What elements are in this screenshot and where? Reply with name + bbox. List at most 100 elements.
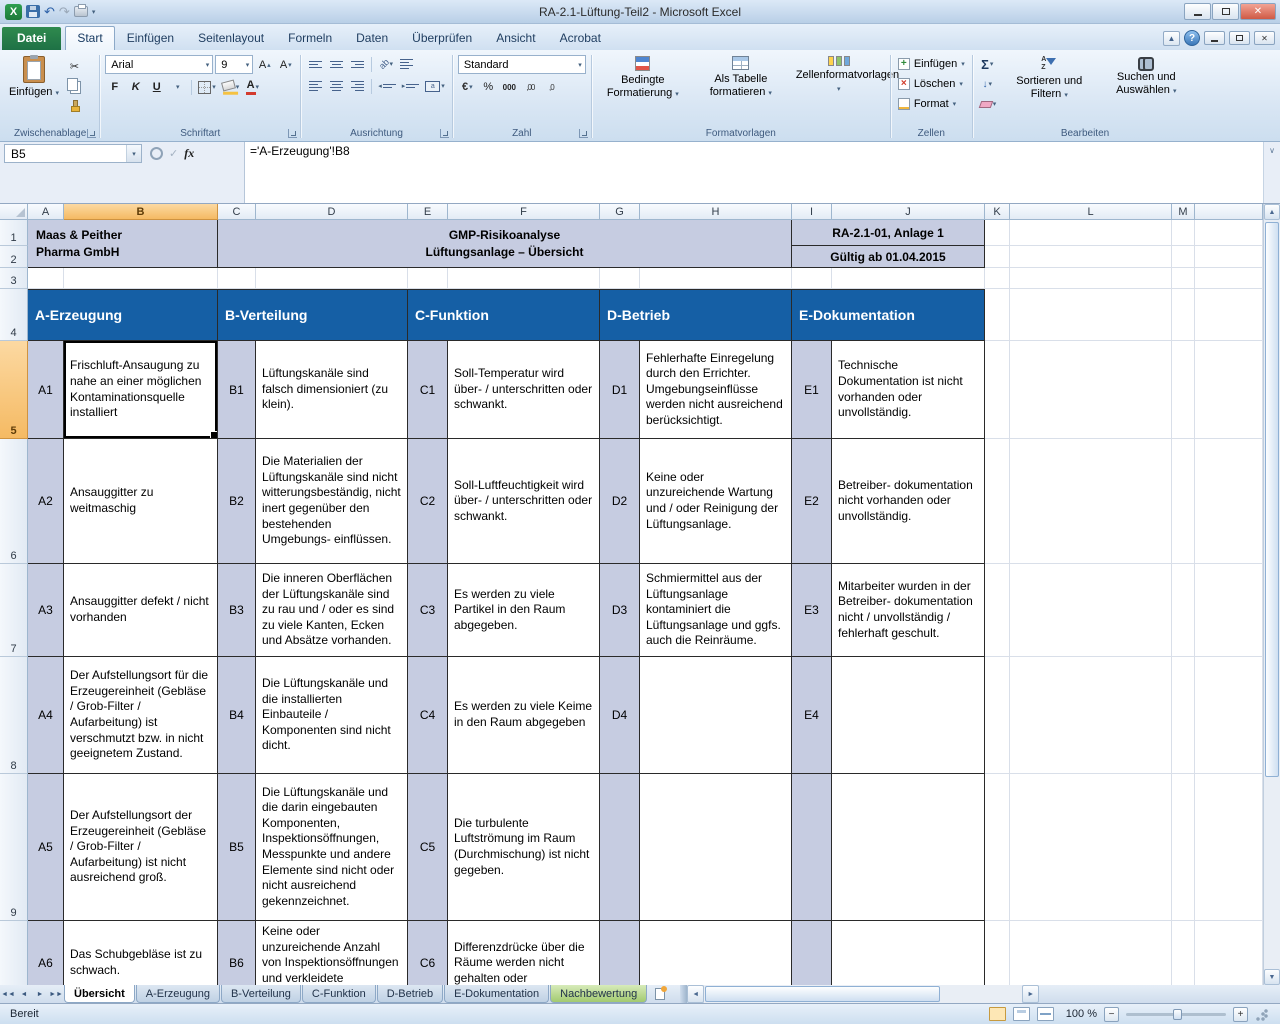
last-sheet-icon[interactable]: ►► [48,985,64,1003]
increase-indent-button[interactable]: ▸ [400,77,422,95]
bold-button[interactable]: F [105,78,124,96]
name-box-dropdown-icon[interactable]: ▾ [126,145,141,162]
cell-J10[interactable] [832,921,985,985]
cell-K4[interactable] [985,289,1010,341]
cell-E3[interactable] [408,268,448,289]
align-center-button[interactable] [327,77,346,95]
cell-A6[interactable]: A2 [28,439,64,564]
excel-logo-icon[interactable]: X [5,4,22,20]
decrease-indent-button[interactable]: ◂ [376,77,398,95]
minimize-button[interactable] [1184,3,1211,20]
row-header-3[interactable]: 3 [0,268,28,289]
cell-N7[interactable] [1195,564,1263,657]
column-header-F[interactable]: F [448,204,600,220]
cell-C3[interactable] [218,268,256,289]
cell-G3[interactable] [600,268,640,289]
cell-A9[interactable]: A5 [28,774,64,921]
cell-K2[interactable] [985,246,1010,268]
cell-N1[interactable] [1195,220,1263,246]
cell-J8[interactable] [832,657,985,774]
cell-K9[interactable] [985,774,1010,921]
cell-M3[interactable] [1172,268,1195,289]
first-sheet-icon[interactable]: ◄◄ [0,985,16,1003]
cell-D5[interactable]: Lüftungskanäle sind falsch dimensioniert… [256,341,408,439]
cell-B5[interactable]: Frischluft-Ansaugung zu nahe an einer mö… [64,341,218,439]
cell-M9[interactable] [1172,774,1195,921]
cell-H10[interactable] [640,921,792,985]
cell-E7[interactable]: C3 [408,564,448,657]
cell-N6[interactable] [1195,439,1263,564]
cell-F10[interactable]: Differenzdrücke über die Räume werden ni… [448,921,600,985]
cell-K1[interactable] [985,220,1010,246]
minimize-ribbon-icon[interactable]: ▲ [1163,31,1180,46]
cell-E10[interactable]: C6 [408,921,448,985]
cell-G5[interactable]: D1 [600,341,640,439]
sheet-tab-b-verteilung[interactable]: B-Verteilung [221,985,301,1003]
tab-splitter-handle[interactable] [680,985,687,1003]
row-header-2[interactable]: 2 [0,246,28,268]
cell-N9[interactable] [1195,774,1263,921]
zoom-slider[interactable] [1126,1013,1226,1016]
cell-I8[interactable]: E4 [792,657,832,774]
cell-E5[interactable]: C1 [408,341,448,439]
cell-F9[interactable]: Die turbulente Luftströmung im Raum (Dur… [448,774,600,921]
row-header-1[interactable]: 1 [0,220,28,246]
cell-K7[interactable] [985,564,1010,657]
cell-G7[interactable]: D3 [600,564,640,657]
cell-J5[interactable]: Technische Dokumentation ist nicht vorha… [832,341,985,439]
cell-L1[interactable] [1010,220,1172,246]
column-header-G[interactable]: G [600,204,640,220]
cell-D9[interactable]: Die Lüftungskanäle und die darin eingeba… [256,774,408,921]
help-icon[interactable]: ? [1184,30,1200,46]
tab-start[interactable]: Start [65,26,114,50]
cell-D3[interactable] [256,268,408,289]
zoom-out-button[interactable]: − [1104,1007,1119,1022]
cell-L6[interactable] [1010,439,1172,564]
underline-dropdown-icon[interactable]: ▾ [168,78,187,96]
cell-H9[interactable] [640,774,792,921]
number-dialog-launcher-icon[interactable] [579,129,588,138]
scroll-down-icon[interactable]: ▼ [1264,969,1280,985]
fill-color-button[interactable]: ▾ [220,78,242,96]
redo-icon[interactable]: ↷ [59,5,70,18]
align-middle-button[interactable] [327,55,346,73]
tab-seitenlayout[interactable]: Seitenlayout [186,26,276,50]
clear-button[interactable]: ▾ [978,95,999,113]
paste-button[interactable]: Einfügen ▾ [6,53,62,99]
column-header-L[interactable]: L [1010,204,1172,220]
cell-K8[interactable] [985,657,1010,774]
cell-A3[interactable] [28,268,64,289]
sort-filter-button[interactable]: AZ Sortieren und Filtern ▾ [1003,53,1095,100]
format-as-table-button[interactable]: Als Tabelle formatieren ▾ [695,53,787,98]
cell-I10[interactable] [792,921,832,985]
autosum-button[interactable]: Σ▾ [978,55,997,73]
cell-L3[interactable] [1010,268,1172,289]
horizontal-scrollbar[interactable]: ◄ ► [687,985,1039,1003]
cell-C6[interactable]: B2 [218,439,256,564]
cell-styles-button[interactable]: Zellenformatvorlagen ▾ [793,53,885,94]
cell-A7[interactable]: A3 [28,564,64,657]
cell-D6[interactable]: Die Materialien der Lüftungskanäle sind … [256,439,408,564]
scroll-right-icon[interactable]: ► [1022,985,1039,1003]
cell-G10[interactable] [600,921,640,985]
tab-einfuegen[interactable]: Einfügen [115,26,186,50]
undo-icon[interactable]: ↶ [44,5,55,18]
font-name-select[interactable]: Arial▾ [105,55,213,74]
increase-decimal-button[interactable]: ,00 [521,78,540,96]
insert-function-icon[interactable]: fx [184,146,194,161]
cell-D7[interactable]: Die inneren Oberflächen der Lüftungskanä… [256,564,408,657]
fill-button[interactable]: ↓▾ [978,75,997,93]
align-bottom-button[interactable] [348,55,367,73]
view-page-break-icon[interactable] [1037,1007,1054,1021]
insert-cells-button[interactable]: +Einfügen▾ [896,55,967,73]
cell-M8[interactable] [1172,657,1195,774]
section-header-c-funktion[interactable]: C-Funktion [408,289,600,341]
cell-F5[interactable]: Soll-Temperatur wird über- / unterschrit… [448,341,600,439]
cell-doc-title[interactable]: GMP-Risikoanalyse Lüftungsanlage – Übers… [218,220,792,268]
name-box[interactable]: B5 ▾ [4,144,142,163]
cell-L4[interactable] [1010,289,1172,341]
wrap-text-button[interactable] [397,55,416,73]
cell-doc-ref[interactable]: RA-2.1-01, Anlage 1 [792,220,985,246]
tab-daten[interactable]: Daten [344,26,400,50]
cell-M6[interactable] [1172,439,1195,564]
